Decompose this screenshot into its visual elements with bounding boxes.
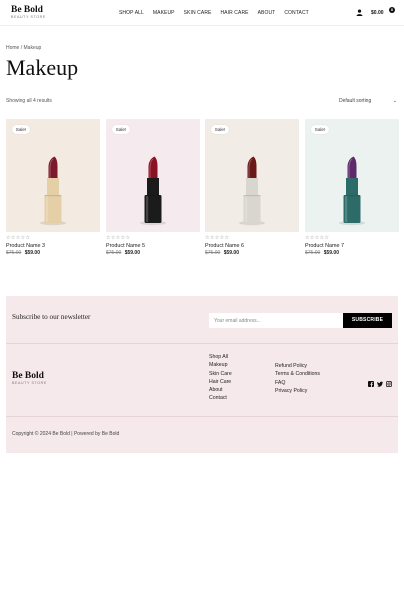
nav-hair-care[interactable]: HAIR CARE: [220, 10, 248, 17]
lipstick-sleeve: [47, 178, 59, 195]
lipstick-tube-highlight: [245, 196, 248, 222]
product-price: $75.00 $59.00: [6, 250, 40, 257]
results-count: Showing all 4 results: [6, 98, 52, 104]
lipstick-tube-highlight: [46, 196, 49, 222]
sale-badge: Sale!: [112, 125, 130, 134]
rating-stars: ☆☆☆☆☆: [205, 235, 230, 241]
old-price: $75.00: [205, 250, 221, 256]
newsletter-email-input[interactable]: [209, 313, 344, 328]
footer-link-hair-care[interactable]: Hair Care: [209, 378, 232, 386]
footer-link-privacy-policy[interactable]: Privacy Policy: [275, 387, 320, 395]
lipstick-image: [205, 119, 299, 232]
lipstick-sleeve: [346, 178, 358, 195]
sale-price: $59.00: [24, 250, 40, 256]
rating-stars: ☆☆☆☆☆: [106, 235, 131, 241]
product-price: $75.00 $59.00: [205, 250, 239, 257]
site-logo[interactable]: Be Bold BEAUTY STORE: [11, 5, 46, 20]
footer-link-refund-policy[interactable]: Refund Policy: [275, 362, 320, 370]
lipstick-sleeve: [147, 178, 159, 195]
sale-price: $59.00: [124, 250, 140, 256]
main-nav: SHOP ALL MAKEUP SKIN CARE HAIR CARE ABOU…: [119, 10, 309, 17]
footer-link-skin-care[interactable]: Skin Care: [209, 370, 232, 378]
product-card[interactable]: Sale! ☆☆☆☆☆ Product Name 7 $75.00 $59.00: [305, 119, 399, 256]
lipstick-image: [6, 119, 100, 232]
cart-total[interactable]: $0.00: [371, 10, 384, 16]
social-links: [368, 374, 393, 388]
footer-links-main: Shop All Makeup Skin Care Hair Care Abou…: [209, 353, 232, 403]
breadcrumb[interactable]: Home / Makeup: [6, 45, 41, 51]
rating-stars: ☆☆☆☆☆: [305, 235, 330, 241]
product-price: $75.00 $59.00: [106, 250, 140, 257]
twitter-icon[interactable]: [377, 374, 383, 387]
product-name[interactable]: Product Name 3: [6, 243, 45, 250]
subscribe-button[interactable]: SUBSCRIBE: [343, 313, 392, 328]
footer-link-terms[interactable]: Terms & Conditions: [275, 370, 320, 378]
product-price: $75.00 $59.00: [305, 250, 339, 257]
nav-shop-all[interactable]: SHOP ALL: [119, 10, 144, 17]
product-image[interactable]: Sale!: [6, 119, 100, 232]
product-image[interactable]: Sale!: [305, 119, 399, 232]
sale-badge: Sale!: [211, 125, 229, 134]
product-card[interactable]: Sale! ☆☆☆☆☆ Product Name 3 $75.00 $59.00: [6, 119, 100, 256]
nav-contact[interactable]: CONTACT: [284, 10, 309, 17]
footer-logo[interactable]: Be Bold BEAUTY STORE: [12, 371, 47, 386]
footer-link-faq[interactable]: FAQ: [275, 379, 320, 387]
sale-price: $59.00: [323, 250, 339, 256]
product-name[interactable]: Product Name 6: [205, 243, 244, 250]
footer-logo-name: Be Bold: [12, 371, 44, 381]
sorting-select[interactable]: Default sorting ⌄: [339, 97, 399, 105]
cart-count-badge[interactable]: 0: [389, 7, 395, 13]
product-card[interactable]: Sale! ☆☆☆☆☆ Product Name 5 $75.00 $59.00: [106, 119, 200, 256]
lipstick-sleeve: [246, 178, 258, 195]
page-title: Makeup: [6, 55, 79, 80]
facebook-icon[interactable]: [368, 374, 374, 387]
site-footer: Subscribe to our newsletter SUBSCRIBE Be…: [6, 296, 398, 453]
footer-divider: [6, 343, 398, 344]
product-name[interactable]: Product Name 5: [106, 243, 145, 250]
old-price: $75.00: [106, 250, 122, 256]
footer-logo-tagline: BEAUTY STORE: [12, 381, 47, 385]
newsletter-title: Subscribe to our newsletter: [12, 313, 91, 321]
footer-divider: [6, 416, 398, 417]
copyright-text: Copyright © 2024 Be Bold | Powered by Be…: [12, 431, 120, 437]
logo-name: Be Bold: [11, 5, 43, 15]
lipstick-tube-highlight: [146, 196, 149, 222]
footer-links-policies: Refund Policy Terms & Conditions FAQ Pri…: [275, 362, 320, 395]
lipstick-tube-highlight: [345, 196, 348, 222]
user-account-icon[interactable]: [356, 9, 363, 16]
footer-link-contact[interactable]: Contact: [209, 394, 232, 402]
footer-link-about[interactable]: About: [209, 386, 232, 394]
old-price: $75.00: [305, 250, 321, 256]
sale-badge: Sale!: [12, 125, 30, 134]
old-price: $75.00: [6, 250, 22, 256]
logo-tagline: BEAUTY STORE: [11, 15, 46, 19]
product-name[interactable]: Product Name 7: [305, 243, 344, 250]
nav-about[interactable]: ABOUT: [258, 10, 276, 17]
sorting-label: Default sorting: [339, 98, 372, 104]
lipstick-image: [305, 119, 399, 232]
rating-stars: ☆☆☆☆☆: [6, 235, 31, 241]
nav-skin-care[interactable]: SKIN CARE: [184, 10, 212, 17]
chevron-down-icon: ⌄: [392, 98, 397, 104]
sale-price: $59.00: [223, 250, 239, 256]
sale-badge: Sale!: [311, 125, 329, 134]
footer-link-makeup[interactable]: Makeup: [209, 361, 232, 369]
site-header: Be Bold BEAUTY STORE SHOP ALL MAKEUP SKI…: [0, 0, 404, 26]
footer-link-shop-all[interactable]: Shop All: [209, 353, 232, 361]
instagram-icon[interactable]: [386, 374, 393, 388]
lipstick-image: [106, 119, 200, 232]
product-card[interactable]: Sale! ☆☆☆☆☆ Product Name 6 $75.00 $59.00: [205, 119, 299, 256]
product-image[interactable]: Sale!: [106, 119, 200, 232]
nav-makeup[interactable]: MAKEUP: [153, 10, 175, 17]
product-image[interactable]: Sale!: [205, 119, 299, 232]
